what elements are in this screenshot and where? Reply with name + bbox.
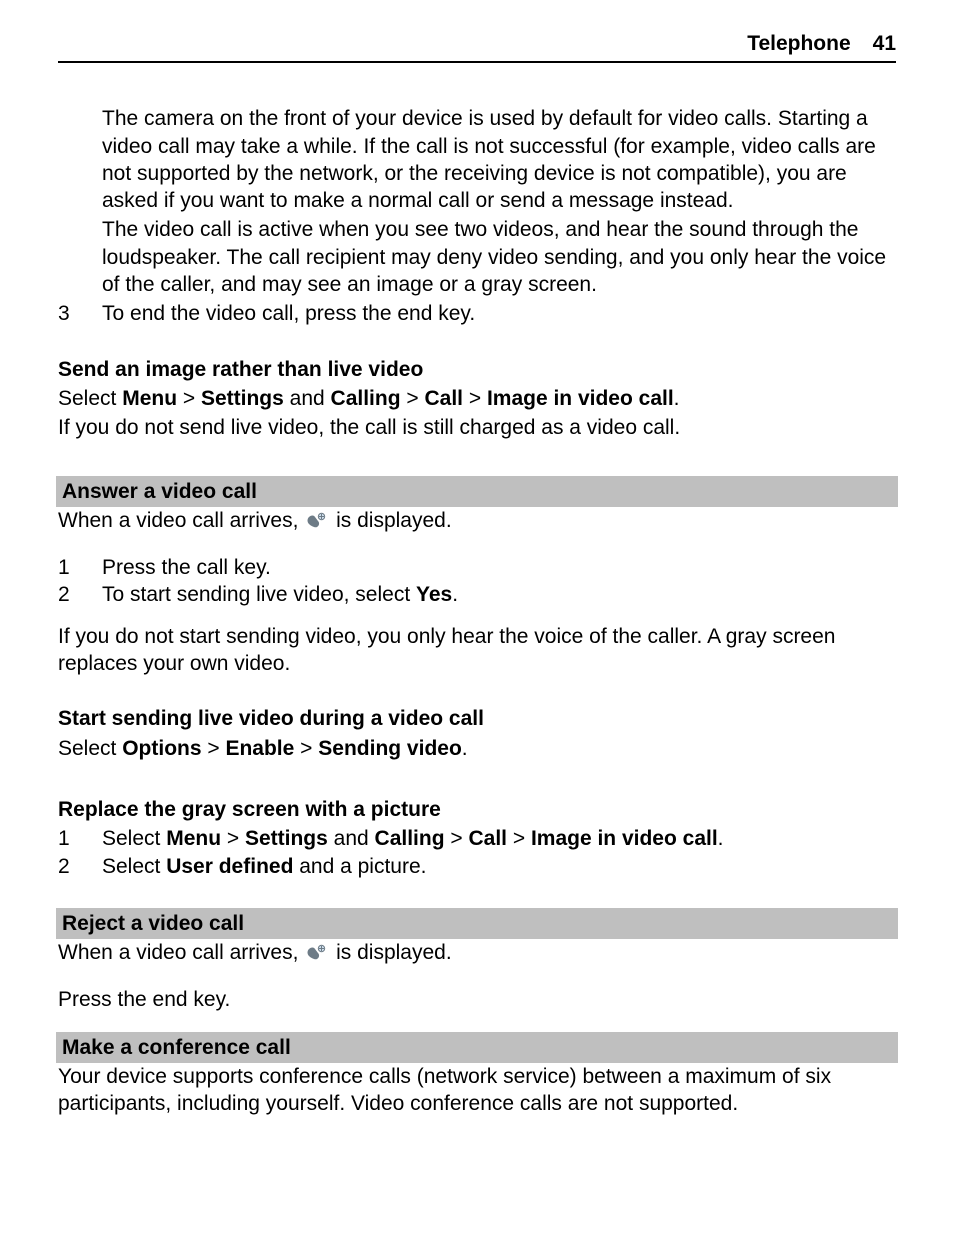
text: . (718, 827, 724, 850)
enable-label: Enable (225, 737, 294, 760)
chevron-right-icon (202, 737, 226, 760)
send-image-heading: Send an image rather than live video (58, 356, 896, 383)
sending-video-label: Sending video (318, 737, 462, 760)
calling-label: Calling (375, 827, 445, 850)
call-label: Call (468, 827, 507, 850)
chevron-right-icon (445, 827, 469, 850)
text: Select (58, 387, 122, 410)
reject-arrives-line: When a video call arrives, is displayed. (58, 939, 896, 970)
send-image-path: Select Menu Settings and Calling Call Image… (58, 385, 896, 412)
step-number: 1 (58, 554, 102, 581)
video-call-icon (306, 943, 328, 970)
header-section: Telephone (747, 32, 850, 55)
chevron-right-icon (294, 737, 318, 760)
text: . (452, 583, 458, 606)
text: Select (102, 855, 166, 878)
text: When a video call arrives, (58, 509, 304, 532)
text: Select (58, 737, 122, 760)
text: is displayed. (330, 941, 451, 964)
video-call-icon (306, 511, 328, 538)
conference-call-heading: Make a conference call (56, 1032, 898, 1063)
step-number: 2 (58, 853, 102, 880)
intro-paragraph-2: The video call is active when you see tw… (102, 216, 896, 298)
text: . (674, 387, 680, 410)
menu-label: Menu (122, 387, 177, 410)
conference-body: Your device supports conference calls (n… (58, 1063, 896, 1118)
chevron-right-icon (221, 827, 245, 850)
options-label: Options (122, 737, 201, 760)
start-sending-heading: Start sending live video during a video … (58, 705, 896, 732)
chevron-right-icon (507, 827, 531, 850)
image-in-video-call-label: Image in video call (531, 827, 718, 850)
replace-gray-heading: Replace the gray screen with a picture (58, 796, 896, 823)
chevron-right-icon (463, 387, 487, 410)
answer-no-start-note: If you do not start sending video, you o… (58, 623, 896, 678)
step-number: 1 (58, 825, 102, 852)
replace-step-1: 1 Select Menu Settings and Calling Call Ima… (58, 825, 896, 852)
menu-label: Menu (166, 827, 221, 850)
chevron-right-icon (177, 387, 201, 410)
send-image-note: If you do not send live video, the call … (58, 414, 896, 441)
step-text: To start sending live video, select Yes. (102, 581, 896, 608)
step-text: Select User defined and a picture. (102, 853, 896, 880)
running-header: Telephone 41 (58, 30, 896, 63)
reject-press-end: Press the end key. (58, 986, 896, 1013)
step-3-row: 3 To end the video call, press the end k… (58, 300, 896, 327)
text: and (284, 387, 331, 410)
settings-label: Settings (201, 387, 284, 410)
text: Select (102, 827, 166, 850)
calling-label: Calling (331, 387, 401, 410)
replace-step-2: 2 Select User defined and a picture. (58, 853, 896, 880)
user-defined-label: User defined (166, 855, 293, 878)
step-3-number: 3 (58, 300, 102, 327)
text: When a video call arrives, (58, 941, 304, 964)
text: . (462, 737, 468, 760)
chevron-right-icon (401, 387, 425, 410)
settings-label: Settings (245, 827, 328, 850)
call-label: Call (424, 387, 463, 410)
start-sending-path: Select Options Enable Sending video. (58, 735, 896, 762)
answer-step-2: 2 To start sending live video, select Ye… (58, 581, 896, 608)
text: To start sending live video, select (102, 583, 416, 606)
text: and (328, 827, 375, 850)
text: and a picture. (293, 855, 426, 878)
step-text: Select Menu Settings and Calling Call Image… (102, 825, 896, 852)
header-page: 41 (873, 32, 896, 55)
intro-paragraph-1: The camera on the front of your device i… (102, 105, 896, 214)
answer-step-1: 1 Press the call key. (58, 554, 896, 581)
answer-arrives-line: When a video call arrives, is displayed. (58, 507, 896, 538)
image-in-video-call-label: Image in video call (487, 387, 674, 410)
answer-video-call-heading: Answer a video call (56, 476, 898, 507)
text: is displayed. (330, 509, 451, 532)
reject-video-call-heading: Reject a video call (56, 908, 898, 939)
step-3-text: To end the video call, press the end key… (102, 300, 896, 327)
yes-label: Yes (416, 583, 452, 606)
step-number: 2 (58, 581, 102, 608)
step-text: Press the call key. (102, 554, 896, 581)
